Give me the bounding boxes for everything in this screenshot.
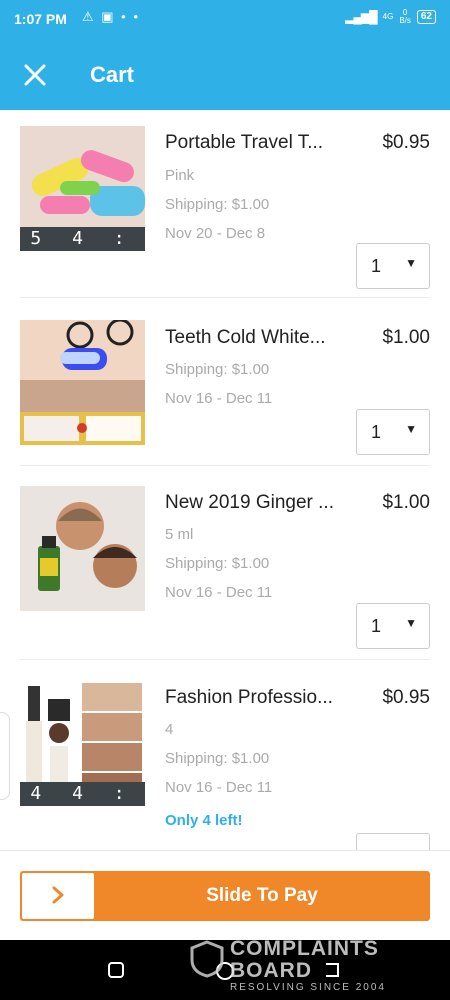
caret-down-icon: ▼ <box>405 422 417 436</box>
quantity-select[interactable]: 1 ▼ <box>356 243 430 289</box>
cart-item[interactable]: 4 4 : 0 6 Fashion Professio... $0.95 4 S… <box>0 665 450 850</box>
product-name[interactable]: New 2019 Ginger ... <box>165 492 334 514</box>
cart-item[interactable]: Teeth Cold White... $1.00 Shipping: $1.0… <box>0 305 450 466</box>
close-icon[interactable] <box>20 60 50 90</box>
battery-icon: 62 <box>416 10 436 24</box>
cart-item[interactable]: 5 4 : 1 2 Portable Travel T... $0.95 Pin… <box>0 110 450 298</box>
delivery-dates: Nov 16 - Dec 11 <box>165 584 273 601</box>
cart-item[interactable]: New 2019 Ginger ... $1.00 5 ml Shipping:… <box>0 470 450 665</box>
delivery-dates: Nov 16 - Dec 11 <box>165 779 273 796</box>
countdown-timer: 5 4 : 1 2 <box>20 227 145 251</box>
shipping-cost: Shipping: $1.00 <box>165 361 270 378</box>
notification-icons: ⚠ ▣ • • <box>82 9 140 24</box>
app-bar: Cart <box>0 40 450 110</box>
countdown-timer: 4 4 : 0 6 <box>20 782 145 806</box>
cart-list[interactable]: 5 4 : 1 2 Portable Travel T... $0.95 Pin… <box>0 110 450 850</box>
watermark: COMPLAINTS BOARD RESOLVING SINCE 2004 <box>190 938 395 993</box>
divider <box>20 659 430 660</box>
quantity-select[interactable] <box>356 833 430 850</box>
shipping-cost: Shipping: $1.00 <box>165 750 270 767</box>
quantity-value: 1 <box>371 422 382 442</box>
watermark-tagline: RESOLVING SINCE 2004 <box>230 982 386 993</box>
status-time: 1:07 PM <box>14 11 67 27</box>
product-name[interactable]: Teeth Cold White... <box>165 327 326 349</box>
product-image[interactable]: 5 4 : 1 2 <box>20 126 145 251</box>
shipping-cost: Shipping: $1.00 <box>165 196 270 213</box>
status-right-icons: ▂▄▆█ 4G 0 B/s 62 <box>345 9 436 25</box>
checkout-bar: Slide To Pay <box>0 850 450 941</box>
side-edge-tab[interactable] <box>0 712 10 800</box>
net-speed: 0 B/s <box>399 9 411 25</box>
delivery-dates: Nov 16 - Dec 11 <box>165 390 273 407</box>
network-type: 4G <box>382 12 394 21</box>
caret-down-icon: ▼ <box>405 256 417 270</box>
caret-down-icon: ▼ <box>405 616 417 630</box>
product-price: $1.00 <box>382 327 430 348</box>
product-price: $0.95 <box>382 132 430 153</box>
quantity-value: 1 <box>371 616 382 636</box>
slide-to-pay-label: Slide To Pay <box>206 885 318 906</box>
recent-apps-icon[interactable] <box>106 960 128 982</box>
quantity-select[interactable]: 1 ▼ <box>356 603 430 649</box>
product-variant: 5 ml <box>165 526 194 543</box>
watermark-shield-icon <box>190 940 224 978</box>
product-image[interactable]: 4 4 : 0 6 <box>20 681 145 806</box>
slide-to-pay-button[interactable]: Slide To Pay <box>20 871 430 921</box>
product-variant: Pink <box>165 167 195 184</box>
product-name[interactable]: Portable Travel T... <box>165 132 323 154</box>
delivery-dates: Nov 20 - Dec 8 <box>165 225 266 242</box>
divider <box>20 297 430 298</box>
net-speed-unit: B/s <box>399 16 411 25</box>
product-price: $0.95 <box>382 687 430 708</box>
stock-warning: Only 4 left! <box>165 812 243 829</box>
product-image[interactable] <box>20 320 145 445</box>
status-bar: 1:07 PM ⚠ ▣ • • ▂▄▆█ 4G 0 B/s 62 <box>0 0 450 40</box>
quantity-value: 1 <box>371 256 382 276</box>
divider <box>20 465 430 466</box>
product-name[interactable]: Fashion Professio... <box>165 687 333 709</box>
product-image[interactable] <box>20 486 145 611</box>
shipping-cost: Shipping: $1.00 <box>165 555 270 572</box>
page-title: Cart <box>90 62 135 87</box>
watermark-brand: COMPLAINTS BOARD <box>230 937 379 982</box>
product-price: $1.00 <box>382 492 430 513</box>
product-variant: 4 <box>165 721 174 738</box>
signal-icon: ▂▄▆█ <box>345 10 377 24</box>
quantity-select[interactable]: 1 ▼ <box>356 409 430 455</box>
chevron-right-icon[interactable] <box>22 873 94 919</box>
